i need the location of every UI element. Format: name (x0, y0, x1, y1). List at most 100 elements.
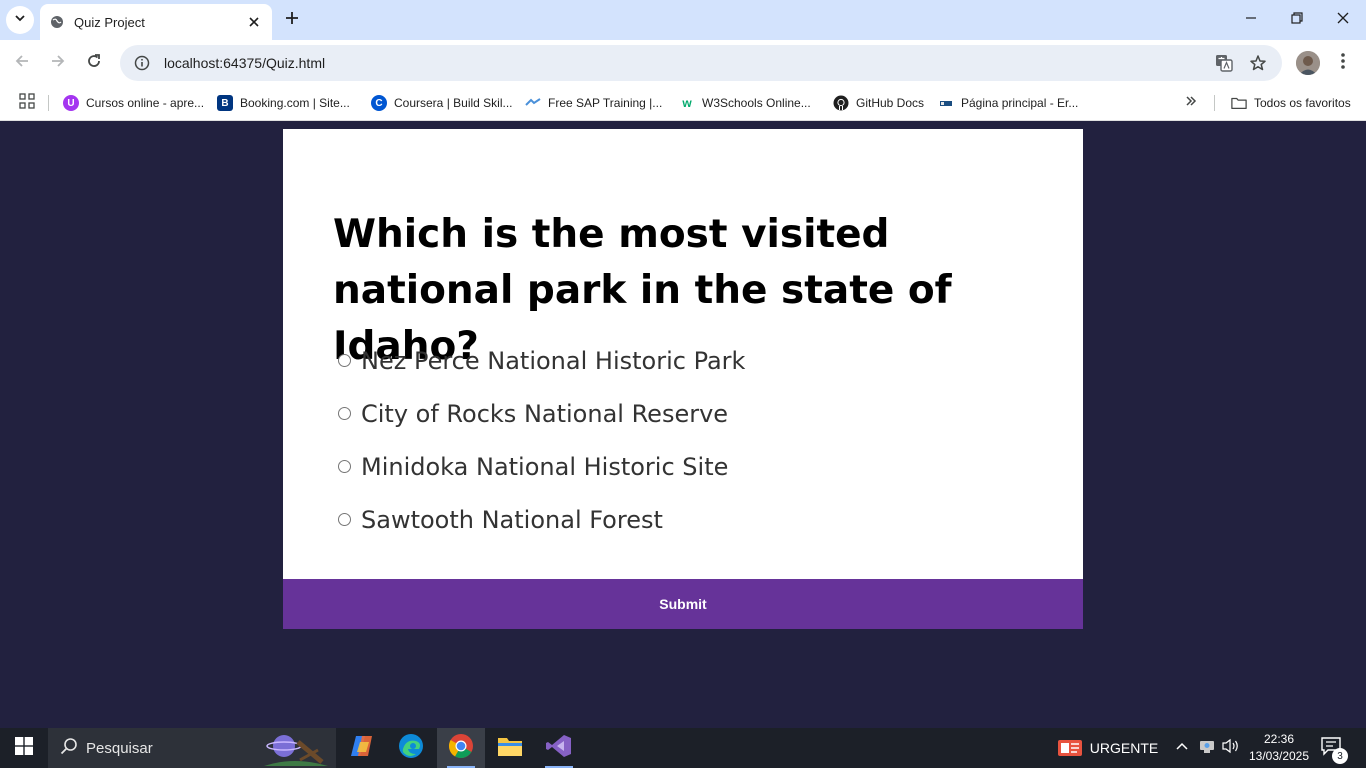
answer-label[interactable]: Minidoka National Historic Site (361, 453, 728, 481)
coursera-icon: C (371, 95, 387, 111)
bookmark-udemy[interactable]: U Cursos online - apre... (63, 91, 204, 115)
plus-icon (285, 11, 299, 30)
github-icon (833, 95, 849, 111)
answer-option[interactable]: Minidoka National Historic Site (333, 440, 1033, 493)
network-button[interactable] (1196, 728, 1218, 768)
star-icon[interactable] (1246, 51, 1270, 75)
close-window-button[interactable] (1328, 6, 1358, 34)
folder-icon (497, 735, 523, 762)
chrome-icon (448, 733, 474, 764)
profile-avatar[interactable] (1296, 51, 1320, 75)
speaker-icon (1222, 738, 1240, 759)
taskbar-clock[interactable]: 22:36 13/03/2025 (1242, 731, 1316, 765)
reload-button[interactable] (80, 49, 108, 77)
network-icon (1199, 738, 1215, 759)
chevron-up-icon (1176, 739, 1188, 757)
taskbar-file-explorer[interactable] (486, 728, 534, 768)
minimize-button[interactable] (1236, 6, 1266, 34)
forward-button[interactable] (44, 49, 72, 77)
udemy-icon: U (63, 95, 79, 111)
taskbar-edge[interactable] (387, 728, 435, 768)
visual-studio-icon (546, 733, 572, 764)
sap-icon (525, 95, 541, 111)
edge-icon (398, 733, 424, 764)
submit-button[interactable]: Submit (283, 579, 1083, 629)
volume-button[interactable] (1220, 728, 1242, 768)
browser-tab-strip: Quiz Project (0, 0, 1366, 40)
tab-title: Quiz Project (74, 14, 145, 30)
answer-radio[interactable] (338, 513, 351, 526)
windows-logo-icon (15, 736, 33, 760)
back-button[interactable] (8, 49, 36, 77)
taskbar-visual-studio[interactable] (535, 728, 583, 768)
show-hidden-icons-button[interactable] (1170, 728, 1194, 768)
taskbar: Pesquisar URGENTE 22:36 13/03/2025 3 (0, 728, 1366, 768)
taskbar-chrome[interactable] (437, 728, 485, 768)
answer-radio[interactable] (338, 407, 351, 420)
tab-search-button[interactable] (6, 6, 34, 34)
clock-time: 22:36 (1263, 732, 1295, 746)
taskbar-search[interactable]: Pesquisar (48, 728, 336, 768)
start-button[interactable] (0, 728, 48, 768)
notification-badge: 3 (1332, 748, 1348, 764)
answer-radio[interactable] (338, 460, 351, 473)
bookmark-pagina-principal[interactable]: Página principal - Er... (938, 91, 1078, 115)
three-dots-vertical-icon (1341, 52, 1345, 74)
bookmark-booking[interactable]: B Booking.com | Site... (217, 91, 350, 115)
apps-grid-icon (19, 92, 35, 114)
bookmark-label: Página principal - Er... (961, 96, 1079, 110)
translate-icon[interactable] (1212, 51, 1236, 75)
address-bar[interactable]: localhost:64375/Quiz.html (120, 45, 1282, 81)
taskbar-copilot[interactable] (338, 728, 386, 768)
answer-option[interactable]: Nez Perce National Historic Park (333, 334, 1033, 387)
bookmark-w3schools[interactable]: w W3Schools Online... (679, 91, 811, 115)
folder-icon (1231, 95, 1247, 111)
close-tab-icon[interactable] (246, 14, 262, 30)
new-tab-button[interactable] (280, 8, 304, 32)
all-bookmarks-folder[interactable]: Todos os favoritos (1231, 91, 1351, 115)
answer-option[interactable]: City of Rocks National Reserve (333, 387, 1033, 440)
more-options-button[interactable] (1333, 51, 1353, 75)
bookmarks-divider (48, 95, 49, 111)
copilot-icon (349, 734, 375, 763)
arrow-right-icon (50, 53, 66, 74)
page-icon (938, 95, 954, 111)
urgent-label: URGENTE (1089, 740, 1159, 756)
search-icon (60, 737, 78, 760)
answer-label[interactable]: Nez Perce National Historic Park (361, 347, 745, 375)
bookmark-label: Cursos online - apre... (86, 96, 205, 110)
answers-list: Nez Perce National Historic Park City of… (333, 334, 1033, 546)
booking-icon: B (217, 95, 233, 111)
search-highlight-icon (264, 732, 328, 766)
answer-label[interactable]: City of Rocks National Reserve (361, 400, 728, 428)
bookmarks-bar: U Cursos online - apre... B Booking.com … (0, 86, 1366, 121)
clock-date: 13/03/2025 (1248, 749, 1310, 763)
quiz-card: Which is the most visited national park … (283, 129, 1083, 629)
taskbar-urgent-item[interactable]: URGENTE (1057, 728, 1159, 768)
chevron-double-right-icon (1185, 94, 1197, 112)
reload-icon (86, 53, 102, 74)
bookmark-github-docs[interactable]: GitHub Docs (833, 91, 924, 115)
restore-button[interactable] (1282, 6, 1312, 34)
browser-tab[interactable]: Quiz Project (40, 4, 272, 40)
w3schools-icon: w (682, 96, 692, 110)
restore-icon (1291, 11, 1303, 29)
answer-option[interactable]: Sawtooth National Forest (333, 493, 1033, 546)
taskbar-search-placeholder: Pesquisar (86, 739, 153, 757)
bookmark-label: Booking.com | Site... (240, 96, 350, 110)
more-bookmarks-button[interactable] (1180, 92, 1202, 114)
bookmark-label: GitHub Docs (856, 96, 925, 110)
answer-radio[interactable] (338, 354, 351, 367)
apps-grid-button[interactable] (16, 92, 38, 114)
minimize-icon (1245, 11, 1257, 29)
chevron-down-icon (14, 11, 26, 29)
url-text: localhost:64375/Quiz.html (164, 55, 326, 71)
globe-icon (50, 15, 64, 29)
news-widget-icon (1057, 738, 1082, 758)
bookmark-label: W3Schools Online... (702, 96, 811, 110)
bookmark-coursera[interactable]: C Coursera | Build Skil... (371, 91, 513, 115)
close-icon (1337, 11, 1349, 29)
answer-label[interactable]: Sawtooth National Forest (361, 506, 663, 534)
site-info-icon[interactable] (132, 53, 152, 73)
bookmark-sap[interactable]: Free SAP Training |... (525, 91, 662, 115)
